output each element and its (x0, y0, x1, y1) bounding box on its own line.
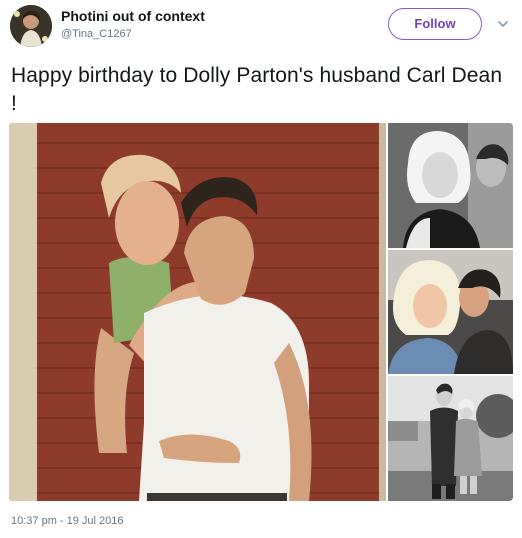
photo-main[interactable] (9, 123, 386, 501)
tweet-text: Happy birthday to Dolly Parton's husband… (11, 64, 503, 115)
photo-thumbnail-2[interactable] (388, 250, 513, 374)
tweet-header: Photini out of context @Tina_C1267 Follo… (0, 0, 522, 52)
avatar[interactable] (10, 5, 52, 47)
photo-thumbnail-1[interactable] (388, 123, 513, 248)
photo-thumbnail-3[interactable] (388, 376, 513, 501)
tweet-timestamp[interactable]: 10:37 pm - 19 Jul 2016 (11, 515, 124, 527)
author-name[interactable]: Photini out of context (61, 8, 205, 24)
chevron-down-icon[interactable] (497, 16, 509, 27)
media-grid (9, 123, 513, 501)
author-handle[interactable]: @Tina_C1267 (61, 28, 132, 40)
follow-button[interactable]: Follow (388, 8, 482, 40)
